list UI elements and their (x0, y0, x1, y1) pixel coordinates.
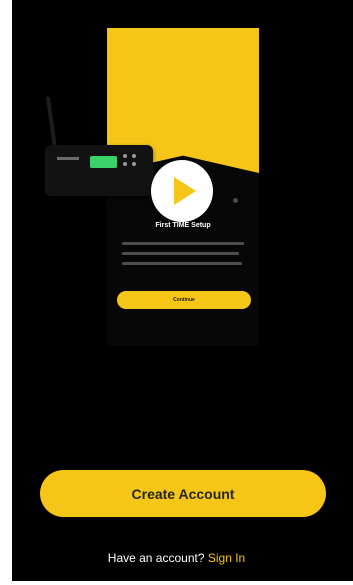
play-video-button[interactable] (151, 160, 213, 222)
description-line (122, 252, 240, 255)
description-line (122, 242, 244, 245)
app-screen: First TIME Setup Continue Create Account… (0, 0, 353, 585)
router-antenna (45, 96, 57, 149)
router-body (45, 145, 153, 196)
screen-edge-bottom (0, 581, 353, 585)
onboarding-title: First TIME Setup (155, 222, 211, 229)
router-label-strip (57, 157, 79, 160)
create-account-button[interactable]: Create Account (40, 470, 326, 517)
router-key (132, 154, 136, 158)
description-line (122, 262, 242, 265)
router-key (123, 162, 127, 166)
onboarding-continue-button[interactable]: Continue (117, 291, 251, 309)
router-key (132, 162, 136, 166)
screen-edge-left (0, 0, 12, 585)
play-icon (174, 177, 196, 205)
decorative-dot (233, 198, 238, 203)
router-key (123, 154, 127, 158)
sign-in-link[interactable]: Sign In (208, 551, 245, 565)
router-keypad (123, 154, 145, 172)
router-display (90, 156, 117, 168)
onboarding-description (122, 242, 244, 272)
signin-row: Have an account? Sign In (0, 551, 353, 565)
signin-prompt: Have an account? (107, 551, 205, 565)
